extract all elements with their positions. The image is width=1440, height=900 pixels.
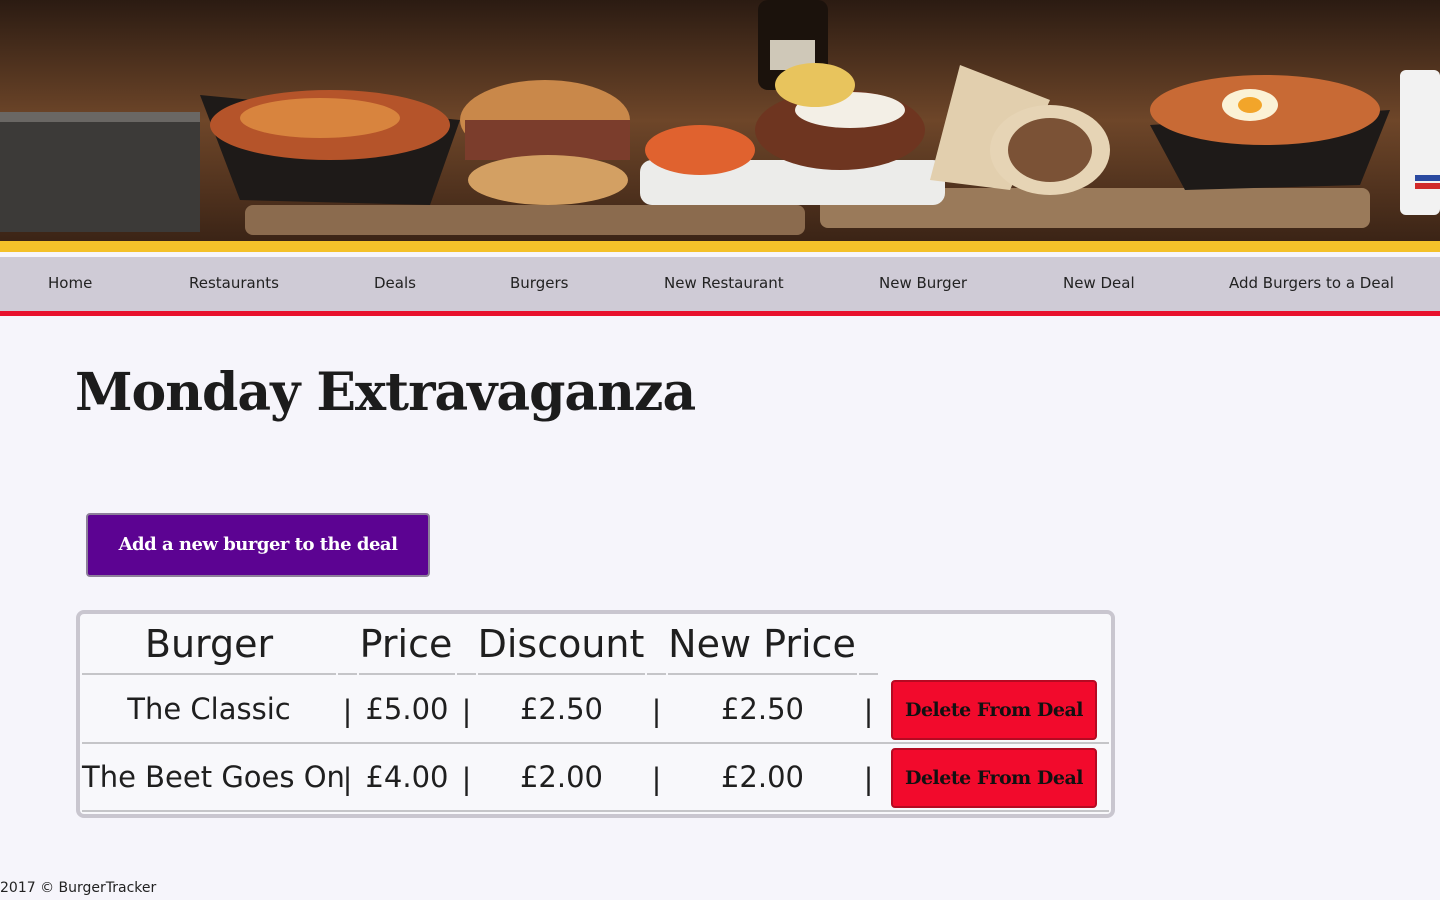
hero-banner xyxy=(0,0,1440,241)
header-rule xyxy=(82,673,336,675)
column-header-burger: Burger xyxy=(144,622,274,666)
nav-item-new-burger[interactable]: New Burger xyxy=(879,274,967,292)
nav-item-burgers[interactable]: Burgers xyxy=(510,274,568,292)
cell-discount: £2.00 xyxy=(519,760,604,794)
header-rule xyxy=(359,673,455,675)
cell-price: £5.00 xyxy=(365,692,449,726)
cell-discount: £2.50 xyxy=(519,692,604,726)
nav-item-restaurants[interactable]: Restaurants xyxy=(189,274,279,292)
deal-burgers-table: Burger Price Discount New Price The Clas… xyxy=(76,610,1115,818)
footer-copyright: 2017 © BurgerTracker xyxy=(0,880,157,896)
hero-food-image xyxy=(0,0,1440,241)
column-separator: | xyxy=(651,694,662,728)
main-nav: Home Restaurants Deals Burgers New Resta… xyxy=(0,257,1440,316)
page-title: Monday Extravaganza xyxy=(75,362,696,423)
header-rule xyxy=(478,673,645,675)
column-separator: | xyxy=(461,762,472,796)
column-separator: | xyxy=(342,694,353,728)
nav-item-home[interactable]: Home xyxy=(48,274,92,292)
hero-accent-stripe xyxy=(0,241,1440,252)
column-separator: | xyxy=(863,694,874,728)
nav-item-add-burgers-to-deal[interactable]: Add Burgers to a Deal xyxy=(1229,274,1394,292)
cell-new-price: £2.00 xyxy=(720,760,805,794)
column-separator: | xyxy=(342,762,353,796)
column-header-new-price: New Price xyxy=(668,622,856,666)
cell-new-price: £2.50 xyxy=(720,692,805,726)
cell-burger-name: The Classic xyxy=(127,692,291,726)
column-separator: | xyxy=(863,762,874,796)
header-rule xyxy=(457,673,476,675)
column-header-discount: Discount xyxy=(477,622,645,666)
column-separator: | xyxy=(651,762,662,796)
add-burger-to-deal-button[interactable]: Add a new burger to the deal xyxy=(86,513,430,577)
row-divider xyxy=(82,810,1109,812)
delete-from-deal-button[interactable]: Delete From Deal xyxy=(891,680,1097,740)
cell-price: £4.00 xyxy=(365,760,449,794)
delete-from-deal-button[interactable]: Delete From Deal xyxy=(891,748,1097,808)
column-header-price: Price xyxy=(359,622,453,666)
header-rule xyxy=(338,673,357,675)
row-divider xyxy=(82,742,1109,744)
header-rule xyxy=(647,673,666,675)
header-rule xyxy=(668,673,857,675)
cell-burger-name: The Beet Goes On xyxy=(82,760,345,794)
column-separator: | xyxy=(461,694,472,728)
nav-item-new-deal[interactable]: New Deal xyxy=(1063,274,1135,292)
nav-item-deals[interactable]: Deals xyxy=(374,274,416,292)
header-rule xyxy=(859,673,878,675)
nav-item-new-restaurant[interactable]: New Restaurant xyxy=(664,274,784,292)
